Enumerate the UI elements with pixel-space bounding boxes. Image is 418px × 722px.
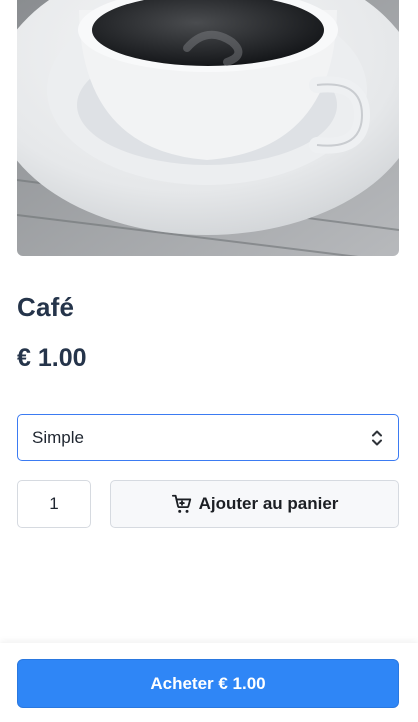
product-title: Café <box>17 292 75 322</box>
add-to-cart-label: Ajouter au panier <box>198 494 339 513</box>
quantity-input[interactable]: 1 <box>17 480 91 528</box>
product-image <box>17 0 399 256</box>
variant-selected-value: Simple <box>32 427 84 447</box>
cart-icon <box>171 494 191 513</box>
variant-select[interactable]: Simple <box>17 414 399 461</box>
checkout-bar: Acheter € 1.00 <box>0 643 418 722</box>
chevron-up-down-icon <box>372 430 382 446</box>
add-to-cart-button[interactable]: Ajouter au panier <box>110 480 399 528</box>
product-price: € 1.00 <box>17 344 87 372</box>
buy-now-button[interactable]: Acheter € 1.00 <box>17 659 399 708</box>
